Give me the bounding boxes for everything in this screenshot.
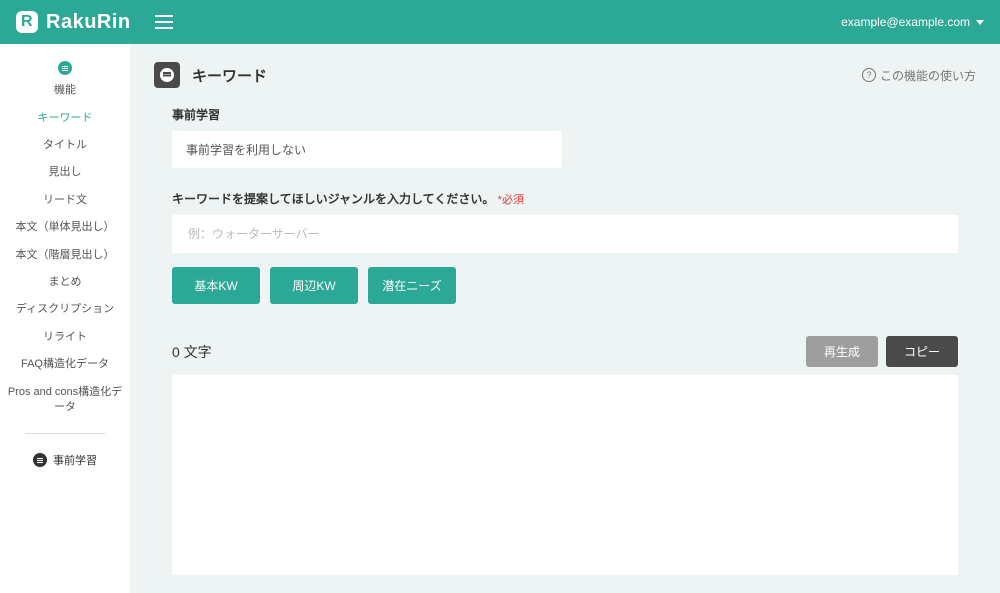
- speech-bubble-icon: [160, 68, 174, 82]
- main-content: キーワード ? この機能の使い方 事前学習 事前学習を利用しない キーワードを提…: [130, 44, 1000, 593]
- latent-needs-button[interactable]: 潜在ニーズ: [368, 267, 456, 304]
- user-email: example@example.com: [841, 15, 970, 29]
- prelearning-label: 事前学習: [172, 106, 958, 123]
- logo-mark-icon: R: [16, 11, 38, 33]
- required-badge: *必須: [498, 194, 524, 206]
- help-link-text: この機能の使い方: [880, 67, 976, 84]
- basic-kw-button[interactable]: 基本KW: [172, 267, 260, 304]
- regenerate-button[interactable]: 再生成: [806, 336, 878, 367]
- question-circle-icon: ?: [862, 68, 876, 82]
- sidebar-item-proscons[interactable]: Pros and cons構造化データ: [0, 379, 130, 422]
- sidebar-item-summary[interactable]: まとめ: [0, 269, 130, 296]
- copy-button[interactable]: コピー: [886, 336, 958, 367]
- sidebar-item-prelearning[interactable]: 事前学習: [33, 446, 97, 474]
- result-header: 0 文字 再生成 コピー: [172, 336, 958, 367]
- sidebar-item-keyword[interactable]: キーワード: [0, 105, 130, 132]
- page-header: キーワード ? この機能の使い方: [154, 62, 976, 88]
- sidebar-item-title[interactable]: タイトル: [0, 132, 130, 159]
- form-section: 事前学習 事前学習を利用しない キーワードを提案してほしいジャンルを入力してくだ…: [154, 106, 976, 575]
- page-title: キーワード: [192, 65, 267, 86]
- sidebar-item-heading[interactable]: 見出し: [0, 159, 130, 186]
- help-link[interactable]: ? この機能の使い方: [862, 67, 976, 84]
- user-menu[interactable]: example@example.com: [841, 15, 984, 29]
- sidebar: 機能 キーワード タイトル 見出し リード文 本文（単体見出し） 本文（階層見出…: [0, 44, 130, 593]
- chevron-down-icon: [976, 20, 984, 25]
- prelearning-select[interactable]: 事前学習を利用しない: [172, 131, 562, 168]
- brand-name: RakuRin: [46, 11, 131, 34]
- brand-logo[interactable]: R RakuRin: [16, 11, 131, 34]
- sidebar-item-features[interactable]: 機能: [0, 77, 130, 104]
- page-icon: [154, 62, 180, 88]
- peripheral-kw-button[interactable]: 周辺KW: [270, 267, 358, 304]
- sidebar-item-description[interactable]: ディスクリプション: [0, 296, 130, 323]
- sidebar-item-body-hierarchy[interactable]: 本文（階層見出し）: [0, 242, 130, 269]
- result-textarea[interactable]: [172, 375, 958, 575]
- sidebar-item-faq[interactable]: FAQ構造化データ: [0, 351, 130, 378]
- menu-toggle-icon[interactable]: [155, 15, 173, 29]
- sidebar-item-body-single[interactable]: 本文（単体見出し）: [0, 214, 130, 241]
- generate-button-row: 基本KW 周辺KW 潜在ニーズ: [172, 267, 958, 304]
- app-header: R RakuRin example@example.com: [0, 0, 1000, 44]
- sidebar-secondary-label: 事前学習: [53, 452, 97, 468]
- result-actions: 再生成 コピー: [806, 336, 958, 367]
- sidebar-divider: [25, 433, 105, 434]
- speech-bubble-icon: [33, 453, 47, 467]
- genre-input[interactable]: [172, 215, 958, 253]
- sidebar-item-rewrite[interactable]: リライト: [0, 324, 130, 351]
- sidebar-item-lead[interactable]: リード文: [0, 187, 130, 214]
- genre-label: キーワードを提案してほしいジャンルを入力してください。 *必須: [172, 190, 958, 207]
- char-count: 0 文字: [172, 342, 212, 362]
- speech-bubble-icon: [58, 56, 72, 75]
